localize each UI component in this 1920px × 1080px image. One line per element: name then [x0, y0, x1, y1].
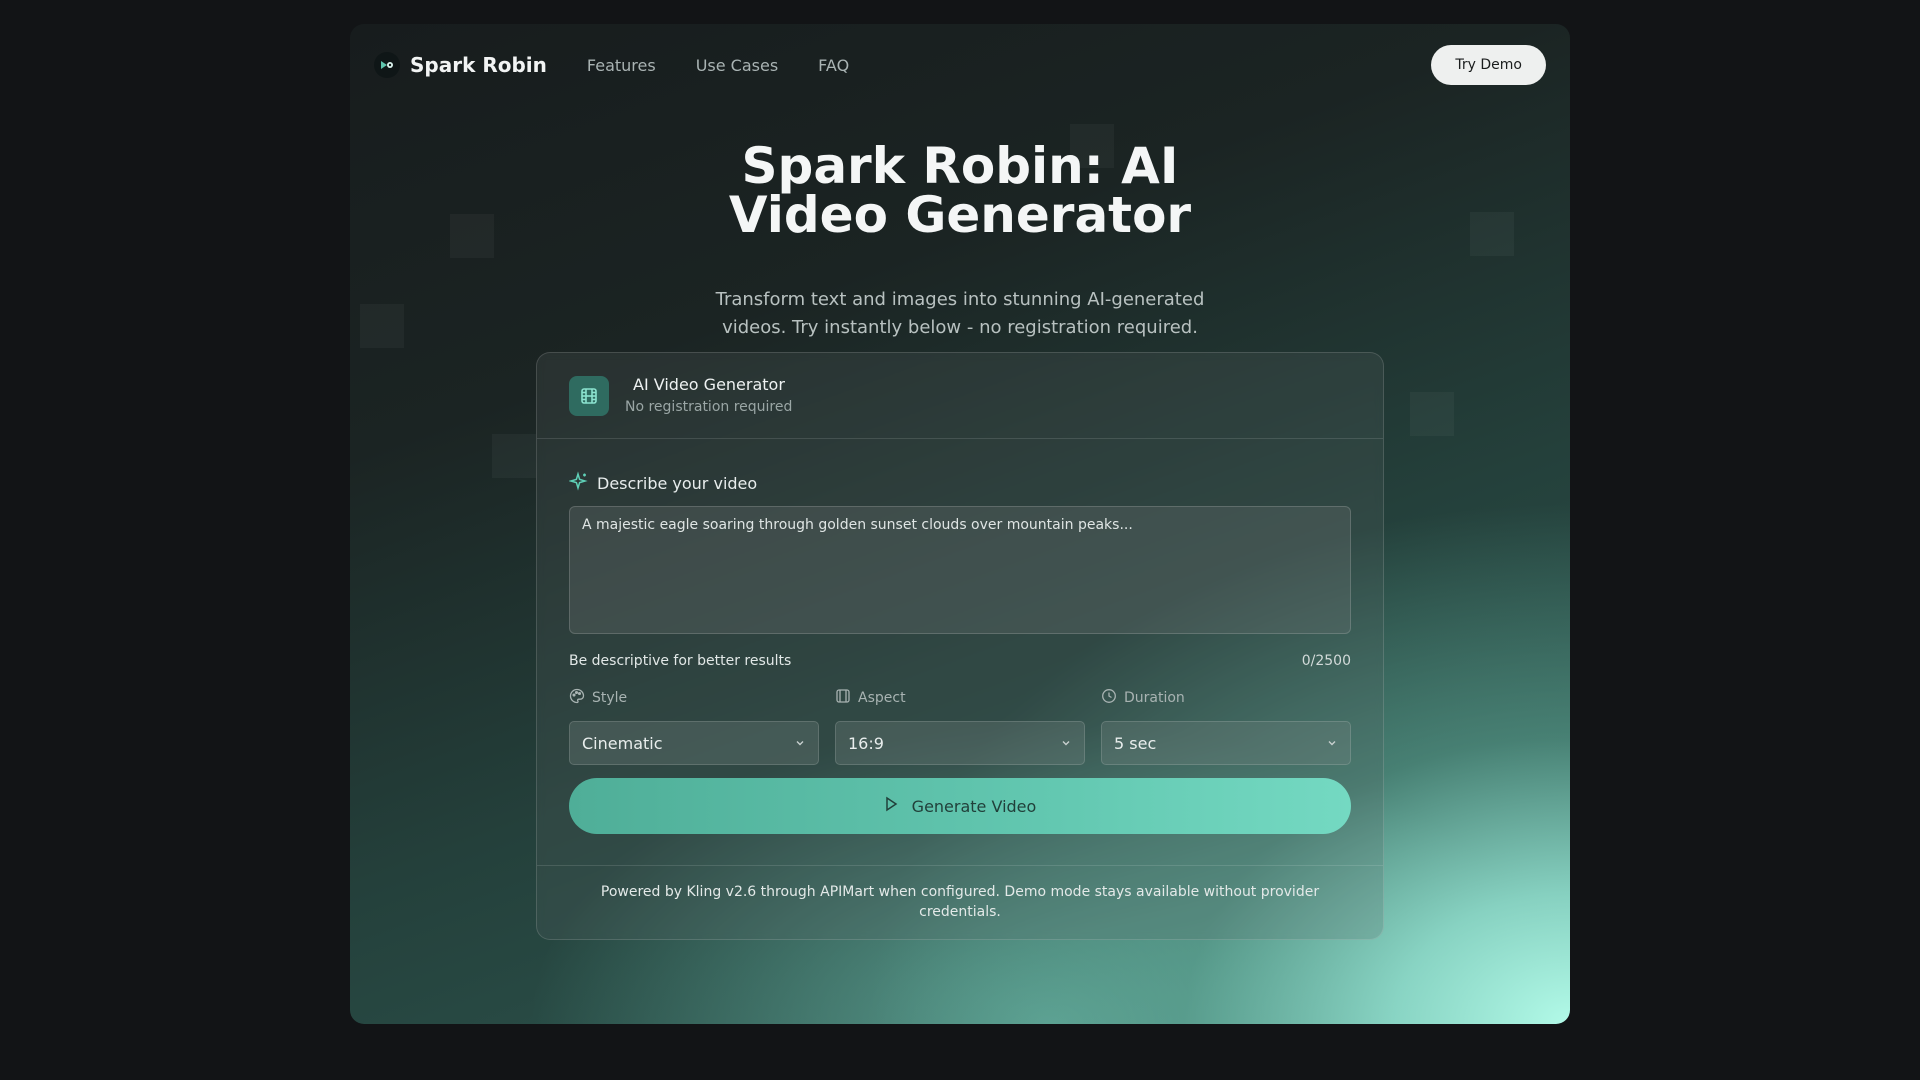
sparkle-icon	[568, 471, 589, 495]
style-label: Style	[569, 687, 819, 709]
duration-select-value: 5 sec	[1114, 733, 1157, 753]
char-counter: 0/2500	[1301, 653, 1351, 669]
card-subtitle: No registration required	[625, 399, 793, 415]
page-title-line-2: Video Generator	[728, 186, 1192, 244]
card-footer: Powered by Kling v2.6 through APIMart wh…	[537, 865, 1383, 941]
film-icon	[569, 376, 609, 416]
prompt-input[interactable]	[569, 506, 1351, 634]
aspect-select-value: 16:9	[848, 733, 884, 753]
duration-label-text: Duration	[1124, 690, 1185, 706]
generate-video-label: Generate Video	[911, 796, 1037, 816]
chevron-down-icon	[1060, 734, 1072, 753]
page-subtitle: Transform text and images into stunning …	[350, 286, 1570, 342]
duration-select[interactable]: 5 sec	[1101, 721, 1351, 765]
nav-link-use-cases[interactable]: Use Cases	[696, 56, 778, 75]
footer-note-line-2: credentials.	[919, 904, 1001, 920]
footer-note-line-1: Powered by Kling v2.6 through APIMart wh…	[600, 884, 1320, 900]
nav-link-features[interactable]: Features	[587, 56, 656, 75]
prompt-label-text: Describe your video	[597, 473, 758, 493]
style-label-text: Style	[592, 690, 628, 706]
aspect-select[interactable]: 16:9	[835, 721, 1085, 765]
prompt-hint: Be descriptive for better results	[569, 653, 792, 669]
decor-square	[492, 434, 536, 478]
top-nav: Spark Robin Features Use Cases FAQ Try D…	[374, 40, 1546, 90]
aspect-label-text: Aspect	[858, 690, 906, 706]
generate-video-button[interactable]: Generate Video	[569, 778, 1351, 834]
nav-links: Features Use Cases FAQ	[587, 56, 849, 75]
aspect-field: Aspect 16:9	[835, 687, 1085, 765]
page-title: Spark Robin: AI Video Generator	[350, 137, 1570, 244]
try-demo-button[interactable]: Try Demo	[1431, 45, 1546, 85]
logo-icon	[374, 52, 400, 78]
play-icon	[884, 796, 898, 816]
card-header: AI Video Generator No registration requi…	[537, 353, 1383, 439]
brand-name: Spark Robin	[410, 53, 547, 77]
aspect-icon	[835, 688, 851, 708]
style-field: Style Cinematic	[569, 687, 819, 765]
aspect-label: Aspect	[835, 687, 1085, 709]
palette-icon	[569, 688, 585, 708]
prompt-label: Describe your video	[568, 471, 758, 495]
duration-field: Duration 5 sec	[1101, 687, 1351, 765]
duration-label: Duration	[1101, 687, 1351, 709]
nav-link-faq[interactable]: FAQ	[818, 56, 849, 75]
generator-card: AI Video Generator No registration requi…	[536, 352, 1384, 940]
app-frame: Spark Robin Features Use Cases FAQ Try D…	[350, 24, 1570, 1024]
logo[interactable]: Spark Robin	[374, 52, 547, 78]
page-subtitle-line-2: videos. Try instantly below - no registr…	[722, 317, 1198, 338]
clock-icon	[1101, 688, 1117, 708]
decor-square	[1410, 392, 1454, 436]
style-select[interactable]: Cinematic	[569, 721, 819, 765]
page-title-line-1: Spark Robin: AI	[741, 137, 1179, 195]
page-subtitle-line-1: Transform text and images into stunning …	[715, 289, 1205, 310]
style-select-value: Cinematic	[582, 733, 663, 753]
chevron-down-icon	[1326, 734, 1338, 753]
card-title: AI Video Generator	[633, 375, 785, 394]
chevron-down-icon	[794, 734, 806, 753]
